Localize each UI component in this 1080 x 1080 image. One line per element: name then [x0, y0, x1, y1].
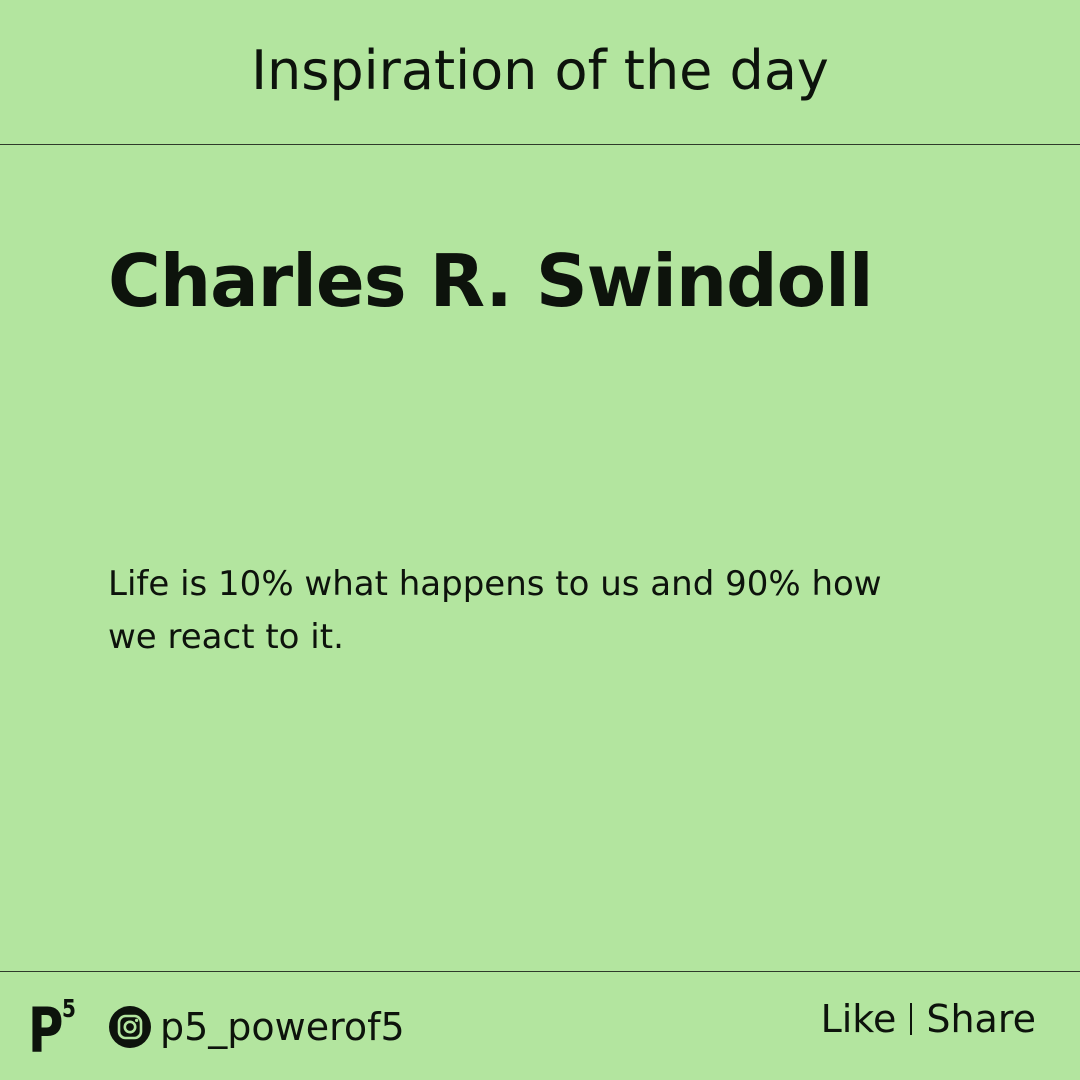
page-title: Inspiration of the day [251, 39, 829, 102]
p5-logo: P 5 [28, 996, 88, 1066]
logo-superscript: 5 [62, 994, 76, 1023]
footer-actions: Like Share [821, 996, 1036, 1042]
instagram-handle[interactable]: p5_powerof5 [108, 1004, 405, 1050]
top-divider [0, 144, 1080, 145]
quote-text: Life is 10% what happens to us and 90% h… [108, 564, 882, 657]
like-link[interactable]: Like [821, 996, 897, 1042]
instagram-icon [109, 1006, 151, 1048]
bottom-divider [0, 971, 1080, 972]
quote-author: Charles R. Swindoll [108, 239, 873, 323]
share-link[interactable]: Share [926, 996, 1036, 1042]
logo-letter: P [28, 994, 64, 1067]
handle-text: p5_powerof5 [160, 1005, 405, 1049]
separator [910, 1003, 913, 1035]
